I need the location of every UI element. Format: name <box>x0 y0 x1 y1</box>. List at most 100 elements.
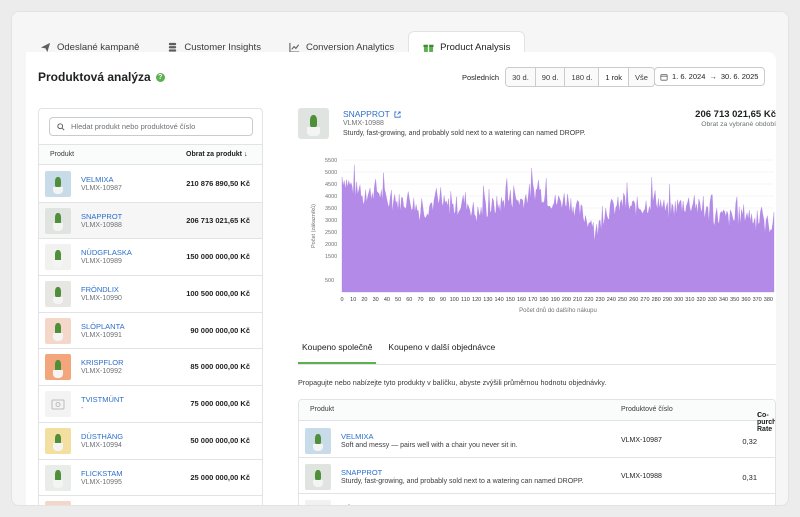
product-thumb <box>45 354 71 381</box>
product-thumb <box>45 427 71 454</box>
product-thumb <box>45 171 71 197</box>
list-item-name: DÜSTHÄNG <box>81 431 124 441</box>
col-revenue-label: Obrat za produkt <box>186 151 243 158</box>
col-sku: Produktové číslo <box>621 406 673 413</box>
x-tick-label: 130 <box>483 297 492 303</box>
list-item[interactable]: FRÖNDLIX VLMX-10990 100 500 000,00 Kč <box>39 276 262 313</box>
list-item[interactable]: KRISPFLOR VLMX-10992 85 000 000,00 Kč <box>39 349 262 387</box>
y-tick-label: 4500 <box>325 182 337 188</box>
list-item-sku: VLMX-10995 <box>81 478 122 486</box>
period-1y[interactable]: 1 rok <box>599 68 630 86</box>
date-range-picker[interactable]: 1. 6. 2024 → 30. 6. 2025 <box>654 67 765 86</box>
plant-image <box>45 281 71 308</box>
period-180d[interactable]: 180 d. <box>565 68 600 86</box>
sort-desc-icon: ↓ <box>757 412 761 419</box>
row-product-desc: Soft and messy — pairs well with a chair… <box>341 442 518 449</box>
plant-image <box>45 317 71 344</box>
row-rate: 0,31 <box>742 473 757 482</box>
list-item-revenue: 210 876 890,50 Kč <box>186 179 250 188</box>
product-list: Hledat produkt nebo produktové číslo Pro… <box>38 108 263 506</box>
x-tick-label: 0 <box>340 297 343 303</box>
x-tick-label: 230 <box>595 297 604 303</box>
list-item-name: SLÖPLANTA <box>81 505 125 506</box>
period-30d[interactable]: 30 d. <box>506 68 536 86</box>
x-tick-label: 100 <box>450 297 459 303</box>
repurchase-interval-chart: 500 1500 2000 2500 3000 3500 4000 4500 5000 5500 0… <box>310 158 775 314</box>
help-icon[interactable]: ? <box>155 72 165 82</box>
x-tick-label: 270 <box>640 297 649 303</box>
list-item-sku: VLMX-10994 <box>81 441 122 449</box>
list-item[interactable]: SNAPPROT VLMX-10988 206 713 021,65 Kč <box>39 202 262 240</box>
list-item[interactable]: VELMIXA VLMX-10987 210 876 890,50 Kč <box>39 166 262 203</box>
list-item[interactable]: SLÖPLANTA10 000 000,00 Kč <box>39 496 262 506</box>
y-axis-label: Počet (zákazníků) <box>310 204 317 248</box>
list-item-name: SNAPPROT <box>81 211 123 221</box>
list-item-sku: VLMX-10988 <box>81 221 122 229</box>
date-from: 1. 6. 2024 <box>672 72 706 81</box>
row-product-name: SNAPPROT <box>341 468 383 477</box>
date-arrow: → <box>709 72 717 81</box>
tab-bought-next-order[interactable]: Koupeno v další objednávce <box>384 342 499 364</box>
plant-image <box>305 428 331 454</box>
list-item-name: VELMIXA <box>81 175 114 184</box>
date-to: 30. 6. 2025 <box>720 72 759 81</box>
x-tick-label: 280 <box>652 297 661 303</box>
list-item[interactable]: FLICKSTAM VLMX-10995 25 000 000,00 Kč <box>39 460 262 497</box>
list-item[interactable]: SLÖPLANTA VLMX-10991 90 000 000,00 Kč <box>39 313 262 350</box>
calendar-icon <box>660 73 668 81</box>
x-tick-label: 370 <box>753 297 762 303</box>
co-purchase-header: Produkt Produktové číslo Co-purch. Rate … <box>299 400 775 433</box>
row-sku: VLMX-10988 <box>621 473 662 480</box>
period-label: Posledních <box>462 72 500 82</box>
table-row[interactable]: VELMIXA Soft and messy — pairs well with … <box>299 422 775 458</box>
search-input[interactable]: Hledat produkt nebo produktové číslo <box>49 117 253 136</box>
y-tick-label: 2000 <box>325 242 337 248</box>
list-item-name: TVISTMÜNT <box>81 395 124 405</box>
product-name: SNAPPROT <box>343 109 390 119</box>
product-thumb <box>305 500 331 505</box>
list-rows: VELMIXA VLMX-10987 210 876 890,50 Kč SNAPPR… <box>39 166 262 506</box>
x-tick-label: 110 <box>461 297 470 303</box>
x-tick-label: 160 <box>517 297 526 303</box>
plant-image <box>298 108 329 139</box>
list-item-revenue: 85 000 000,00 Kč <box>190 362 250 372</box>
x-tick-label: 120 <box>472 297 481 303</box>
product-description: Sturdy, fast-growing, and probably sold … <box>343 130 586 137</box>
period-90d[interactable]: 90 d. <box>535 68 566 86</box>
product-thumb <box>45 317 71 344</box>
period-selector: Posledních 30 d. 90 d. 180 d. 1 rok Vše <box>462 67 655 87</box>
list-item[interactable]: NÜDGFLASKA VLMX-10989 150 000 000,00 Kč <box>39 239 262 277</box>
product-name-link[interactable]: SNAPPROT <box>343 109 401 119</box>
section-tabs: Koupeno společně Koupeno v další objedná… <box>298 342 507 364</box>
table-row[interactable]: SNAPPROT Sturdy, fast-growing, and probab… <box>299 458 775 494</box>
list-item[interactable]: TVISTMÜNT - 75 000 000,00 Kč <box>39 386 262 423</box>
period-all[interactable]: Vše <box>629 68 654 86</box>
section-hint: Propagujte nebo nabízejte tyto produkty … <box>298 378 607 387</box>
x-tick-label: 180 <box>539 297 548 303</box>
tab-bought-together[interactable]: Koupeno společně <box>298 342 377 364</box>
list-item-sku: VLMX-10989 <box>81 258 122 266</box>
list-item-name: SLÖPLANTA <box>81 321 125 331</box>
list-item-revenue: 75 000 000,00 Kč <box>190 399 250 409</box>
plant-image <box>305 464 331 490</box>
plant-image <box>45 501 71 505</box>
page-title-text: Produktová analýza <box>38 70 151 84</box>
col-revenue[interactable]: Obrat za produkt ↓ <box>186 151 247 158</box>
x-tick-label: 360 <box>741 297 750 303</box>
row-product-name: NÜDGFLASKA <box>341 504 392 505</box>
y-tick-label: 500 <box>325 278 334 284</box>
product-sku: VLMX-10988 <box>343 120 384 127</box>
product-thumb <box>45 501 71 505</box>
y-tick-label: 5000 <box>325 170 337 176</box>
plant-image <box>45 464 71 491</box>
table-row[interactable]: NÜDGFLASKAVLMX-109890,29 <box>299 494 775 505</box>
plant-image <box>45 427 71 454</box>
x-tick-label: 30 <box>373 297 379 303</box>
x-tick-label: 200 <box>562 297 571 303</box>
row-sku: VLMX-10987 <box>621 437 662 444</box>
list-item[interactable]: DÜSTHÄNG VLMX-10994 50 000 000,00 Kč <box>39 423 262 460</box>
list-item-revenue: 206 713 021,65 Kč <box>186 215 250 225</box>
x-tick-label: 290 <box>663 297 672 303</box>
col-product: Produkt <box>50 151 75 158</box>
y-tick-label: 1500 <box>325 254 337 260</box>
